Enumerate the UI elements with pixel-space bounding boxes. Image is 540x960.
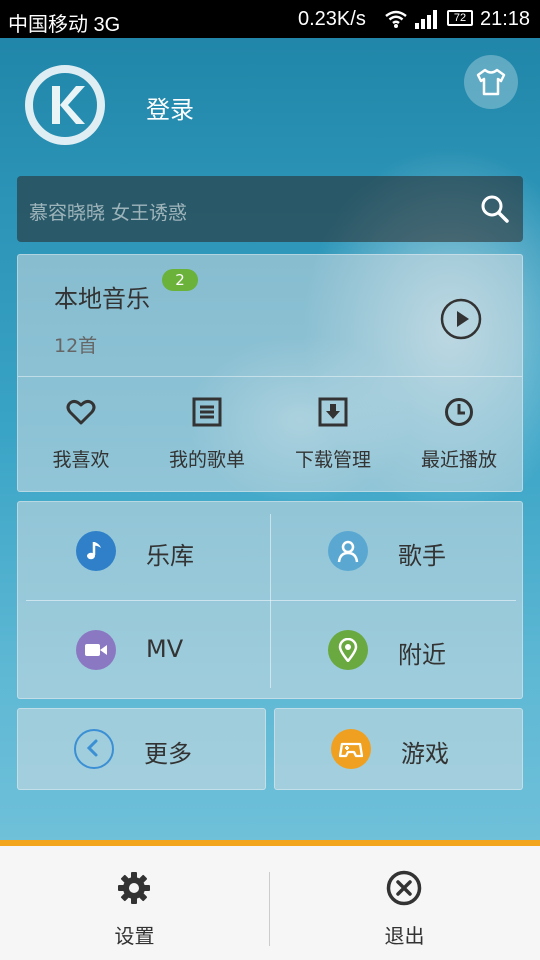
bottom-menu: 设置 退出: [0, 840, 540, 960]
library-icon-circle: [76, 531, 116, 571]
carrier-name: 中国移动 3G: [8, 14, 121, 36]
quick-label: 我喜欢: [52, 449, 110, 471]
local-music-panel[interactable]: 本地音乐 2 12首 我喜欢 我的歌单 下载管理 最近播放: [17, 254, 523, 492]
search-bar[interactable]: 慕容晓晓 女王诱惑: [17, 176, 523, 242]
game-button[interactable]: 游戏: [274, 708, 523, 790]
game-label: 游戏: [401, 740, 449, 768]
singer-label: 歌手: [398, 542, 446, 570]
kugou-k-logo[interactable]: [24, 64, 106, 146]
music-note-icon: [87, 542, 101, 560]
library-label: 乐库: [146, 542, 194, 570]
battery-icon: 72: [447, 10, 473, 26]
mv-label: MV: [146, 635, 184, 663]
feature-grid: 乐库 歌手 MV 附近: [17, 501, 523, 699]
local-music-title: 本地音乐: [54, 285, 150, 313]
song-count: 12首: [54, 335, 98, 357]
singer-icon: [337, 540, 359, 563]
quick-recent[interactable]: 最近播放: [396, 383, 522, 489]
new-count-badge: 2: [162, 269, 198, 291]
exit-button[interactable]: 退出: [270, 846, 539, 960]
settings-button[interactable]: 设置: [0, 846, 269, 960]
tshirt-icon: [476, 68, 506, 96]
quick-label: 我的歌单: [168, 449, 245, 471]
divider: [18, 376, 522, 377]
quick-favorites[interactable]: 我喜欢: [18, 383, 144, 489]
singer-icon-circle: [328, 531, 368, 571]
close-circle-icon: [386, 870, 422, 906]
gear-icon: [118, 872, 150, 904]
download-icon: [318, 397, 348, 427]
wifi-icon: [385, 10, 407, 28]
nearby-label: 附近: [398, 641, 446, 669]
search-icon[interactable]: [480, 194, 510, 224]
login-link[interactable]: 登录: [146, 90, 194, 125]
quick-label: 下载管理: [294, 449, 371, 471]
quick-label: 最近播放: [420, 449, 497, 471]
mv-icon-circle: [76, 630, 116, 670]
more-icon-circle: [74, 729, 114, 769]
clock-time: 21:18: [480, 8, 531, 30]
playlist-icon: [192, 397, 222, 427]
more-button[interactable]: 更多: [17, 708, 266, 790]
gamepad-icon: [339, 742, 363, 758]
exit-label: 退出: [384, 924, 425, 948]
mv-button[interactable]: MV: [18, 601, 270, 699]
game-icon-circle: [331, 729, 371, 769]
singer-button[interactable]: 歌手: [270, 502, 522, 600]
skin-button[interactable]: [464, 55, 518, 109]
location-pin-icon: [338, 638, 358, 662]
nearby-button[interactable]: 附近: [270, 601, 522, 699]
more-label: 更多: [144, 740, 192, 768]
heart-icon: [66, 399, 96, 425]
settings-label: 设置: [114, 924, 155, 948]
quick-playlists[interactable]: 我的歌单: [144, 383, 270, 489]
status-bar: 中国移动 3G 0.23K/s 72 21:18: [0, 0, 540, 38]
clock-icon: [445, 398, 473, 426]
quick-downloads[interactable]: 下载管理: [270, 383, 396, 489]
search-input[interactable]: 慕容晓晓 女王诱惑: [29, 198, 187, 225]
nearby-icon-circle: [328, 630, 368, 670]
signal-icon: [415, 10, 437, 29]
play-icon[interactable]: [439, 297, 483, 341]
network-speed: 0.23K/s: [298, 8, 366, 30]
library-button[interactable]: 乐库: [18, 502, 270, 600]
video-camera-icon: [85, 644, 107, 656]
chevron-left-icon: [86, 739, 98, 757]
